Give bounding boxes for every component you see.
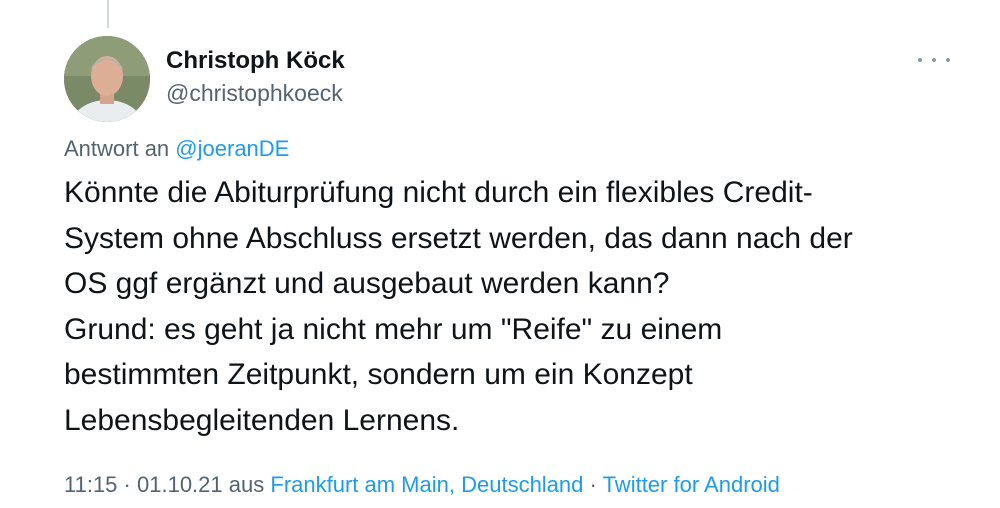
tweet-text-line: Lebensbegleitenden Lernens.: [64, 403, 460, 437]
more-horizontal-icon: [946, 58, 950, 62]
tweet-text-line: Könnte die Abiturprüfung nicht durch ein…: [64, 176, 813, 209]
tweet-date[interactable]: 01.10.21: [137, 472, 223, 497]
tweet-text-line: bestimmten Zeitpunkt, sondern um ein Kon…: [64, 358, 693, 391]
separator: ·: [589, 472, 597, 497]
tweet-metadata: 11:15 · 01.10.21 aus Frankfurt am Main, …: [64, 472, 780, 498]
profile-photo: [64, 36, 150, 122]
author-name[interactable]: Christoph Köck: [166, 47, 345, 75]
author-handle[interactable]: @christophkoeck: [166, 80, 343, 107]
source-link[interactable]: Twitter for Android: [603, 472, 780, 497]
reply-context: Antwort an @joeranDE: [64, 136, 289, 162]
more-horizontal-icon: [932, 58, 936, 62]
tweet-text-line: System ohne Abschluss ersetzt werden, da…: [64, 221, 853, 255]
tweet-text-line: Grund: es geht ja nicht mehr um "Reife" …: [64, 312, 723, 346]
more-horizontal-icon: [918, 58, 922, 62]
separator: ·: [123, 472, 131, 497]
reply-mention-link[interactable]: @joeranDE: [175, 136, 289, 161]
location-prefix: aus: [228, 472, 265, 497]
avatar[interactable]: [64, 36, 150, 122]
tweet-time[interactable]: 11:15: [64, 472, 117, 497]
thread-connector-line: [107, 0, 109, 28]
more-options-button[interactable]: [918, 50, 950, 70]
tweet-text: Könnte die Abiturprüfung nicht durch ein…: [64, 170, 964, 443]
reply-prefix: Antwort an: [64, 136, 170, 161]
tweet-text-line: OS ggf ergänzt und ausgebaut werden kann…: [64, 267, 670, 300]
location-link[interactable]: Frankfurt am Main, Deutschland: [270, 472, 583, 497]
